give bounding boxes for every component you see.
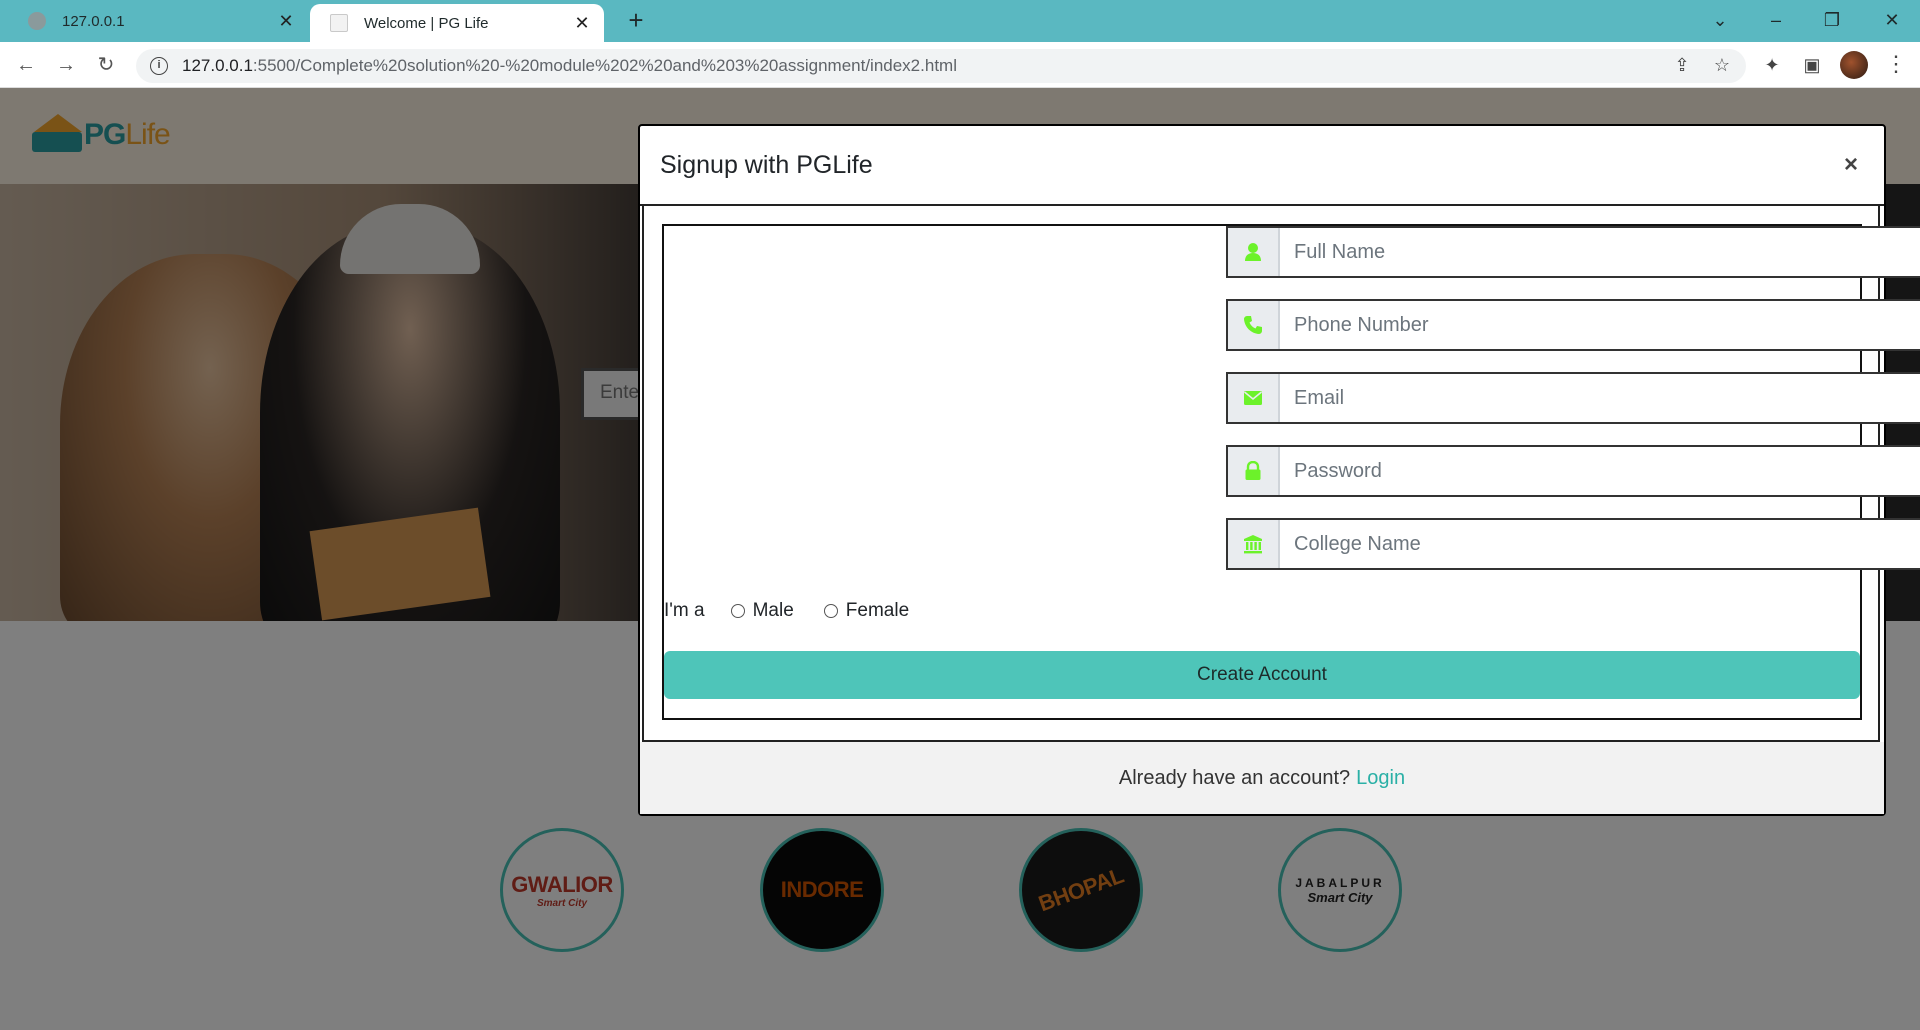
bookmark-star-icon[interactable]: ☆ (1708, 51, 1736, 79)
side-panel-icon[interactable]: ▣ (1798, 51, 1826, 79)
reload-icon[interactable]: ↻ (92, 51, 120, 79)
back-arrow-icon[interactable]: ← (12, 51, 40, 79)
tab-label: 127.0.0.1 (62, 12, 125, 30)
signup-form: I'm a Male Female Create Account (662, 224, 1920, 720)
extensions-puzzle-icon[interactable]: ✦ (1758, 51, 1786, 79)
phone-number-field (1226, 299, 1920, 351)
modal-close-icon[interactable]: × (1836, 150, 1866, 180)
password-field (1226, 445, 1920, 497)
tab-label: Welcome | PG Life (364, 14, 489, 32)
page-viewport: PGLife Ente GWALIORSmart City INDORE BHO… (0, 88, 1920, 1030)
modal-title: Signup with PGLife (660, 150, 873, 179)
modal-footer: Already have an account? Login (640, 742, 1884, 814)
new-tab-plus-icon[interactable]: + (622, 7, 650, 35)
gender-female-option[interactable]: Female (823, 600, 910, 622)
create-account-button[interactable]: Create Account (664, 651, 1860, 699)
restore-icon[interactable]: ❐ (1804, 0, 1860, 42)
gender-female-radio[interactable] (823, 604, 838, 618)
gender-group: I'm a Male Female (664, 596, 939, 626)
gender-male-radio[interactable] (730, 604, 745, 618)
signup-modal: Signup with PGLife × Full Name Phone Num… (638, 124, 1920, 816)
phone-number-input[interactable] (1280, 301, 1920, 349)
globe-icon (28, 12, 46, 30)
browser-menu-icon[interactable]: ⋮ (1884, 51, 1908, 79)
college-name-input[interactable] (1280, 520, 1920, 568)
tab-localhost[interactable]: 127.0.0.1 ✕ (8, 0, 308, 42)
site-info-icon[interactable]: i (150, 57, 168, 75)
address-bar[interactable]: i 127.0.0.1:5500/Complete%20solution%20-… (136, 49, 1746, 83)
phone-icon (1228, 301, 1280, 349)
password-input[interactable] (1280, 447, 1920, 495)
user-icon (1228, 228, 1280, 276)
address-url[interactable]: 127.0.0.1:5500/Complete%20solution%20-%2… (182, 56, 957, 76)
tab-search-chevron-icon[interactable]: ⌄ (1692, 0, 1748, 42)
url-path: :5500/Complete%20solution%20-%20module%2… (252, 56, 957, 75)
tab-close-icon[interactable]: ✕ (276, 11, 296, 32)
email-field (1226, 372, 1920, 424)
gender-female-label: Female (845, 600, 910, 621)
envelope-icon (1228, 374, 1280, 422)
gender-label: I'm a (664, 600, 705, 621)
tab-pg-life[interactable]: Welcome | PG Life ✕ (310, 4, 604, 42)
gender-male-option[interactable]: Male (730, 600, 794, 622)
modal-header: Signup with PGLife × (640, 126, 1884, 206)
url-host: 127.0.0.1 (182, 56, 253, 75)
footer-text: Already have an account? (1118, 766, 1351, 789)
browser-toolbar: ← → ↻ i 127.0.0.1:5500/Complete%20soluti… (0, 42, 1920, 88)
tab-close-icon[interactable]: ✕ (572, 13, 592, 34)
full-name-field (1226, 226, 1920, 278)
modal-body: I'm a Male Female Create Account (642, 206, 1920, 742)
forward-arrow-icon[interactable]: → (52, 51, 80, 79)
browser-tabstrip: 127.0.0.1 ✕ Welcome | PG Life ✕ + ⌄ – ❐ … (0, 0, 1920, 42)
minimize-icon[interactable]: – (1748, 0, 1804, 42)
profile-avatar[interactable] (1840, 51, 1868, 79)
window-close-icon[interactable]: ✕ (1864, 0, 1920, 42)
login-link[interactable]: Login (1356, 767, 1405, 790)
college-name-field (1226, 518, 1920, 570)
full-name-input[interactable] (1280, 228, 1920, 276)
page-favicon-icon (330, 14, 348, 32)
university-icon (1228, 520, 1280, 568)
lock-icon (1228, 447, 1280, 495)
email-input[interactable] (1280, 374, 1920, 422)
share-icon[interactable]: ⇪ (1668, 51, 1696, 79)
gender-male-label: Male (752, 600, 794, 621)
